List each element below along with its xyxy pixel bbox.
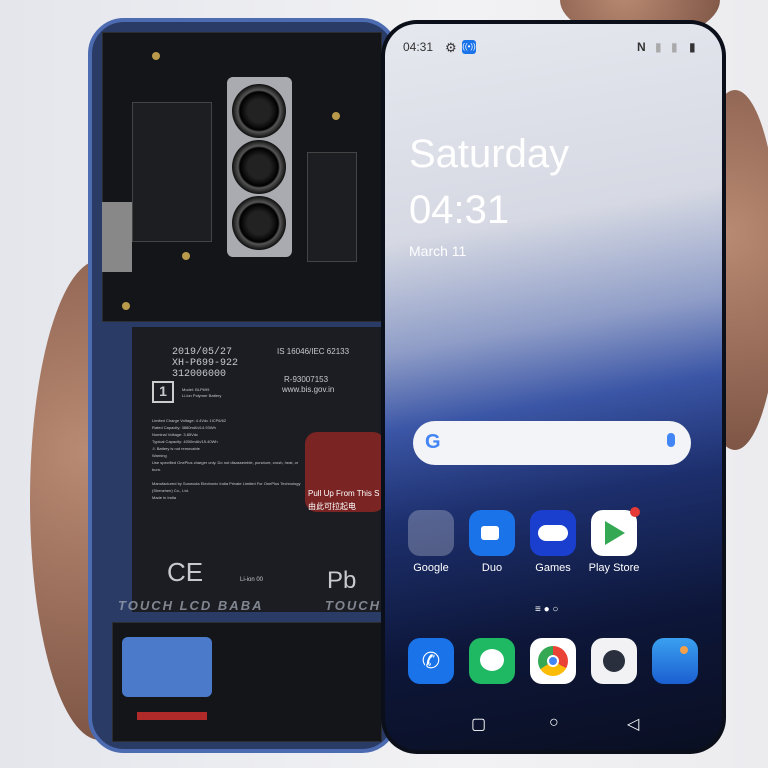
pull-tab-text: Pull Up From This S — [308, 489, 380, 498]
battery: 2019/05/27 XH-P699-922 312006000 IS 1604… — [132, 327, 385, 612]
video-camera-icon — [469, 510, 515, 556]
gallery-icon — [652, 638, 698, 684]
speaker-module — [122, 637, 212, 697]
pb-mark: Pb — [327, 567, 357, 594]
mic-icon[interactable] — [667, 433, 675, 447]
battery-warning: Battery is not removable — [156, 446, 200, 451]
battery-spec: Typical Capacity: 4000mAh/15.40Wh — [152, 439, 218, 444]
phone-icon: ✆ — [408, 638, 454, 684]
dock-chrome[interactable] — [522, 638, 584, 684]
app-label: Duo — [481, 562, 503, 574]
app-play-store[interactable]: Play Store — [583, 507, 645, 574]
battery-warning: Warning — [152, 453, 167, 458]
screw — [332, 112, 340, 120]
recents-button[interactable]: ▢ — [471, 714, 486, 734]
battery-spec: Rated Capacity: 3880mAh/14.93Wh — [152, 425, 216, 430]
battery-icon: ▮ — [689, 40, 696, 54]
app-games[interactable]: Games — [522, 510, 584, 574]
screw — [122, 302, 130, 310]
battery-spec: Nominal Voltage: 3.85Vdc — [152, 432, 199, 437]
battery-serial: XH-P699-922 — [172, 358, 239, 369]
play-store-icon — [591, 507, 640, 556]
battery-date: 2019/05/27 — [172, 347, 233, 358]
screw — [182, 252, 190, 260]
gear-icon: ⚙ — [445, 40, 457, 55]
pull-tab-text-cn: 由此可拉起电 — [308, 502, 356, 511]
battery-model: Model: BLP699 — [182, 387, 210, 392]
connector — [137, 712, 207, 720]
home-screen: 04:31 ⚙ ((•)) N ▮ ▮ ▮ Saturday 04:31 Mar… — [385, 24, 722, 750]
app-duo[interactable]: Duo — [461, 510, 523, 574]
battery-type: Li-ion Polymer Battery — [182, 393, 222, 398]
recycle-mark: Li-ion 00 — [240, 577, 264, 583]
home-button[interactable]: ○ — [549, 714, 559, 732]
camera-lens — [232, 140, 286, 194]
oneplus-logo: 1 — [152, 381, 174, 403]
notification-badge — [630, 507, 640, 517]
google-logo-icon: G — [425, 431, 441, 453]
folder-icon — [408, 510, 454, 556]
battery-spec: Limited Charge Voltage: 4.4Vdc — [152, 418, 209, 423]
phone-screen: 04:31 ⚙ ((•)) N ▮ ▮ ▮ Saturday 04:31 Mar… — [381, 20, 726, 754]
app-google-folder[interactable]: Google — [400, 510, 462, 574]
cast-icon: ((•)) — [462, 40, 476, 54]
dock-camera[interactable] — [583, 638, 645, 684]
bracket — [102, 202, 132, 272]
status-time: 04:31 — [403, 40, 434, 54]
clock-date: March 11 — [409, 243, 467, 259]
battery-cell-code: 1ICP6/62 — [209, 418, 227, 423]
screw — [152, 52, 160, 60]
no-sim-icon: ▮ — [655, 40, 662, 54]
camera-lens — [232, 84, 286, 138]
camera-icon — [591, 638, 637, 684]
battery-maker: Manufactured by Sunwoda Electronic India… — [152, 481, 301, 493]
battery-standard: IS 16046/IEC 62133 — [277, 347, 350, 356]
no-sim-icon: ▮ — [671, 40, 678, 54]
message-icon — [469, 638, 515, 684]
battery-origin: Made in India — [152, 495, 177, 500]
gamepad-icon — [530, 510, 576, 556]
dock-messages[interactable] — [461, 638, 523, 684]
clock-day: Saturday — [409, 132, 570, 176]
battery-website: www.bis.gov.in — [282, 385, 335, 394]
page-indicator[interactable]: ≡ ● ○ — [535, 604, 558, 615]
shield — [132, 102, 212, 242]
dock-gallery[interactable] — [644, 638, 706, 684]
app-label: Google — [413, 562, 449, 574]
battery-registration: R-93007153 — [284, 375, 329, 384]
phone-back-disassembled: 2019/05/27 XH-P699-922 312006000 IS 1604… — [88, 18, 398, 753]
watermark: TOUCH LCD BABA — [118, 598, 264, 613]
shield — [307, 152, 357, 262]
chrome-icon — [530, 638, 576, 684]
pull-tab[interactable]: Pull Up From This S 由此可拉起电 — [305, 432, 385, 512]
ce-mark: CE — [167, 557, 204, 587]
app-label: Games — [535, 562, 571, 574]
app-label: Play Store — [588, 562, 640, 574]
battery-serial: 312006000 — [172, 369, 227, 380]
dock-phone[interactable]: ✆ — [400, 638, 462, 684]
battery-warning: Use specified OnePlus charger only. Do n… — [152, 460, 299, 472]
back-button[interactable]: ◁ — [627, 714, 639, 734]
camera-lens — [232, 196, 286, 250]
nfc-icon: N — [637, 40, 646, 54]
google-search-bar[interactable]: G — [413, 421, 691, 465]
clock-time[interactable]: 04:31 — [409, 188, 509, 233]
